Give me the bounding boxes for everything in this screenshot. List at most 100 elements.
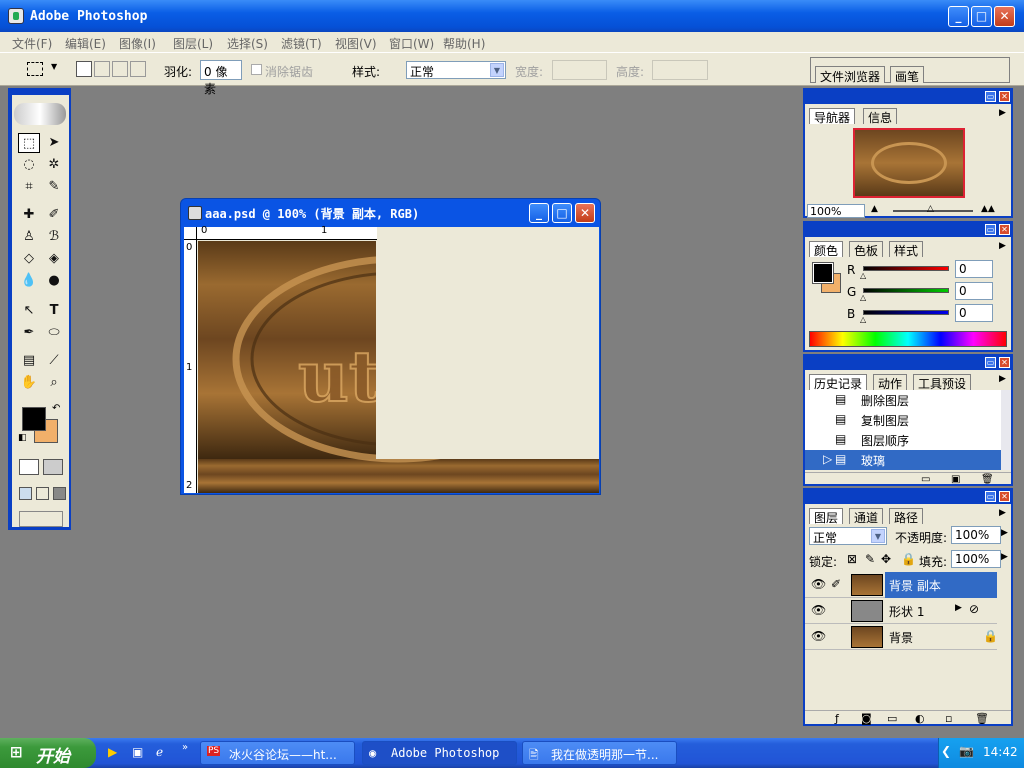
doc-minimize-button[interactable]: _: [529, 203, 549, 223]
pen-tool-icon[interactable]: ✒: [18, 323, 40, 343]
layer-row[interactable]: 👁 形状 1 ▶ ⊘: [805, 598, 997, 624]
default-colors-icon[interactable]: ◧: [18, 433, 27, 443]
new-group-icon[interactable]: ▭: [887, 712, 897, 725]
full-screen-menu-icon[interactable]: [36, 487, 49, 500]
standard-mode-icon[interactable]: [19, 459, 39, 475]
style-select[interactable]: 正常 ▼: [406, 61, 506, 79]
adobe-logo-icon[interactable]: [14, 103, 66, 125]
clock[interactable]: 14:42: [983, 745, 1018, 759]
feather-input[interactable]: 0 像素: [200, 60, 242, 96]
tab-actions[interactable]: 动作: [873, 374, 908, 391]
history-item-selected[interactable]: ▷ ▤ 玻璃: [805, 450, 1001, 470]
jump-to-imageready-icon[interactable]: [19, 511, 63, 527]
paint-bucket-icon[interactable]: ◈: [43, 249, 65, 269]
history-item[interactable]: ▤ 复制图层: [805, 410, 1001, 430]
menu-edit[interactable]: 编辑(E): [65, 35, 106, 52]
panel-minimize-icon[interactable]: ▭: [985, 357, 996, 368]
color-spectrum-bar[interactable]: [809, 331, 1007, 347]
doc-close-button[interactable]: ✕: [575, 203, 595, 223]
panel-close-icon[interactable]: ✕: [999, 491, 1010, 502]
tab-swatches[interactable]: 色板: [849, 241, 884, 258]
g-input[interactable]: 0: [955, 282, 993, 300]
panel-minimize-icon[interactable]: ▭: [985, 224, 996, 235]
new-selection-icon[interactable]: [76, 61, 92, 77]
panel-menu-icon[interactable]: ▶: [999, 508, 1006, 518]
tab-channels[interactable]: 通道: [849, 508, 884, 525]
b-input[interactable]: 0: [955, 304, 993, 322]
slice-tool-icon[interactable]: ✎: [43, 177, 65, 197]
menu-file[interactable]: 文件(F): [12, 35, 52, 52]
magic-wand-tool-icon[interactable]: ✲: [43, 155, 65, 175]
quick-mask-mode-icon[interactable]: [43, 459, 63, 475]
brush-tool-icon[interactable]: ✐: [43, 205, 65, 225]
notes-tool-icon[interactable]: ▤: [18, 351, 40, 371]
opacity-arrow-icon[interactable]: ▶: [1001, 528, 1008, 538]
eye-icon[interactable]: 👁: [811, 603, 826, 617]
panel-close-icon[interactable]: ✕: [999, 91, 1010, 102]
history-scrollbar[interactable]: [1001, 390, 1011, 470]
antialias-checkbox[interactable]: [251, 64, 262, 75]
start-button[interactable]: ⊞ 开始: [0, 738, 96, 768]
r-input[interactable]: 0: [955, 260, 993, 278]
document-canvas[interactable]: 0 1 0 1 2 ut: [184, 225, 599, 493]
panel-close-icon[interactable]: ✕: [999, 224, 1010, 235]
tray-expand-icon[interactable]: ❮: [941, 744, 951, 758]
camera-icon[interactable]: 📷: [959, 744, 974, 758]
move-tool-icon[interactable]: ➤: [43, 133, 65, 153]
new-layer-icon[interactable]: ▫: [945, 712, 952, 725]
panel-header[interactable]: ▭ ✕: [805, 223, 1011, 237]
lasso-tool-icon[interactable]: ◌: [18, 155, 40, 175]
quick-launch-more-icon[interactable]: »: [182, 742, 188, 753]
panel-menu-icon[interactable]: ▶: [999, 374, 1006, 384]
tab-history[interactable]: 历史记录: [809, 374, 868, 391]
panel-close-icon[interactable]: ✕: [999, 357, 1010, 368]
layer-mask-icon[interactable]: ◙: [861, 712, 872, 725]
zoom-in-icon[interactable]: ▲▲: [981, 204, 995, 214]
b-slider[interactable]: [863, 310, 949, 315]
color-fg-swatch[interactable]: [812, 262, 834, 284]
menu-image[interactable]: 图像(I): [119, 35, 156, 52]
ie-icon[interactable]: ℯ: [156, 745, 163, 759]
menu-view[interactable]: 视图(V): [335, 35, 377, 52]
horizontal-ruler[interactable]: 0 1: [197, 225, 377, 240]
r-slider-thumb-icon[interactable]: △: [860, 271, 866, 280]
doc-maximize-button[interactable]: □: [552, 203, 572, 223]
tab-color[interactable]: 颜色: [809, 241, 844, 258]
add-selection-icon[interactable]: [94, 61, 110, 77]
vertical-ruler[interactable]: 0 1 2: [184, 240, 197, 493]
tab-file-browser[interactable]: 文件浏览器: [815, 66, 886, 84]
zoom-out-icon[interactable]: ▲: [871, 204, 878, 214]
lock-position-icon[interactable]: ✥: [881, 552, 891, 566]
g-slider-thumb-icon[interactable]: △: [860, 293, 866, 302]
panel-header[interactable]: ▭ ✕: [805, 356, 1011, 370]
photoshop-app-icon[interactable]: [8, 8, 24, 24]
trash-icon[interactable]: 🗑: [981, 474, 994, 485]
tab-navigator[interactable]: 导航器: [809, 108, 856, 125]
marquee-tool-icon[interactable]: ⬚: [18, 133, 40, 153]
type-tool-icon[interactable]: T: [43, 301, 65, 321]
hand-tool-icon[interactable]: ✋: [18, 373, 40, 393]
panel-menu-icon[interactable]: ▶: [999, 108, 1006, 118]
eye-icon[interactable]: 👁: [811, 629, 826, 643]
full-screen-icon[interactable]: [53, 487, 66, 500]
height-input[interactable]: [652, 60, 708, 80]
panel-header[interactable]: ▭ ✕: [805, 490, 1011, 504]
menu-help[interactable]: 帮助(H): [443, 35, 485, 52]
tab-paths[interactable]: 路径: [889, 508, 924, 525]
clone-stamp-icon[interactable]: ♙: [18, 227, 40, 247]
history-item[interactable]: ▤ 图层顺序: [805, 430, 1001, 450]
preset-dropdown-icon[interactable]: ▼: [51, 62, 57, 71]
document-icon[interactable]: [188, 206, 202, 220]
opacity-input[interactable]: 100%: [951, 526, 1001, 544]
blend-mode-select[interactable]: 正常 ▼: [809, 527, 887, 545]
history-item[interactable]: ▤ 删除图层: [805, 390, 1001, 410]
fill-input[interactable]: 100%: [951, 550, 1001, 568]
menu-layer[interactable]: 图层(L): [173, 35, 213, 52]
navigator-zoom-input[interactable]: 100%: [807, 204, 865, 218]
media-player-icon[interactable]: ▶: [108, 745, 117, 759]
tab-styles[interactable]: 样式: [889, 241, 924, 258]
menu-filter[interactable]: 滤镜(T): [281, 35, 322, 52]
blur-tool-icon[interactable]: 💧: [18, 271, 40, 291]
layer-effects-icon[interactable]: ⊘: [969, 602, 979, 616]
tab-tool-presets[interactable]: 工具预设: [913, 374, 972, 391]
